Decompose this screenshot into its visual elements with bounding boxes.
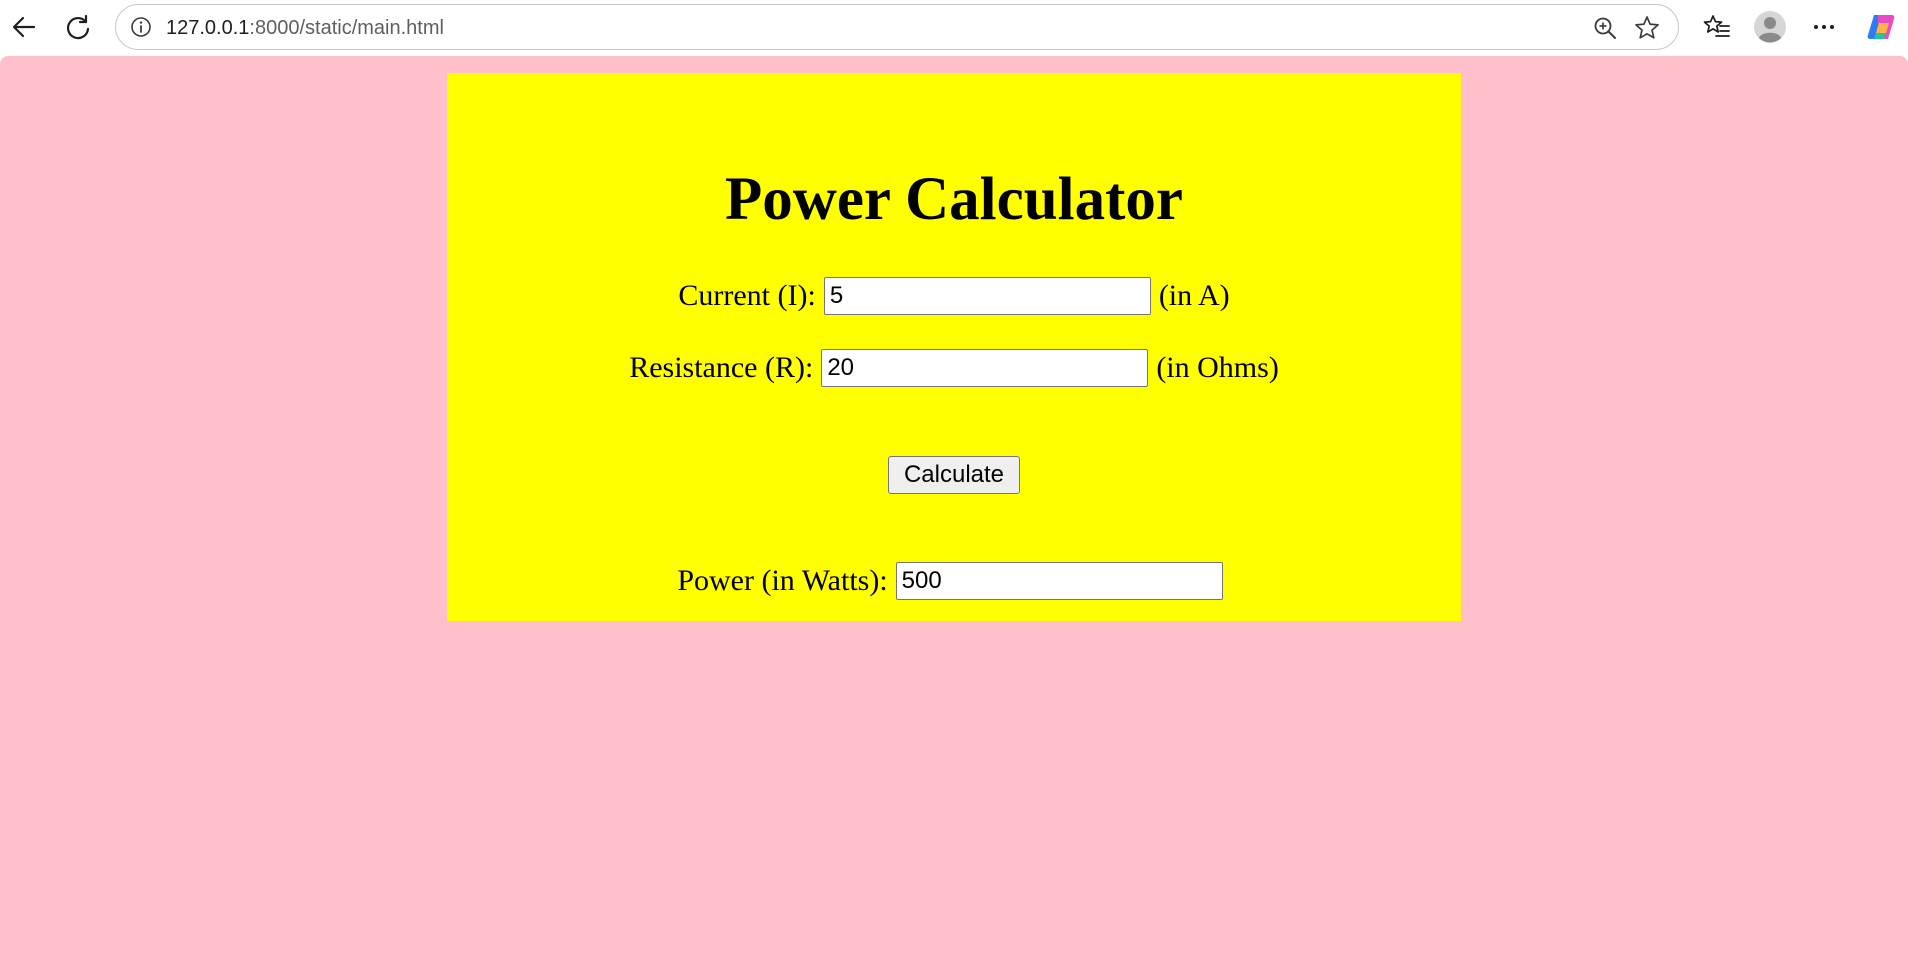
page-title: Power Calculator xyxy=(725,166,1183,233)
resistance-row: Resistance (R): (in Ohms) xyxy=(447,349,1461,387)
copilot-icon xyxy=(1867,15,1895,39)
zoom-icon[interactable] xyxy=(1589,12,1621,44)
resistance-input[interactable] xyxy=(821,349,1149,387)
site-info-icon[interactable] xyxy=(129,15,153,39)
current-input[interactable] xyxy=(823,277,1151,315)
resistance-label: Resistance (R): xyxy=(629,351,814,384)
ellipsis-icon xyxy=(1814,25,1834,29)
favorites-list-icon xyxy=(1703,15,1730,37)
power-label: Power (in Watts): xyxy=(677,564,888,597)
more-options-button[interactable] xyxy=(1805,8,1843,46)
url-host: 127.0.0.1 xyxy=(166,17,250,39)
profile-button[interactable] xyxy=(1751,8,1789,46)
reload-icon xyxy=(66,14,90,40)
current-row: Current (I): (in A) xyxy=(447,277,1461,315)
back-button[interactable] xyxy=(5,8,43,46)
resistance-unit: (in Ohms) xyxy=(1156,351,1279,384)
address-bar[interactable]: 127.0.0.1:8000/static/main.html xyxy=(115,4,1679,50)
favorite-star-icon[interactable] xyxy=(1631,12,1663,44)
page-viewport: Power Calculator Current (I): (in A) Res… xyxy=(0,56,1908,960)
copilot-button[interactable] xyxy=(1862,8,1900,46)
avatar-icon xyxy=(1754,11,1786,43)
power-row: Power (in Watts): xyxy=(447,562,1461,600)
calculate-button[interactable]: Calculate xyxy=(888,456,1020,494)
back-arrow-icon xyxy=(12,16,36,38)
power-output[interactable] xyxy=(895,562,1223,600)
browser-toolbar: 127.0.0.1:8000/static/main.html xyxy=(0,0,1908,55)
calculator-panel: Power Calculator Current (I): (in A) Res… xyxy=(447,73,1461,621)
url-text[interactable]: 127.0.0.1:8000/static/main.html xyxy=(166,17,444,39)
reload-button[interactable] xyxy=(59,8,97,46)
current-unit: (in A) xyxy=(1158,279,1230,312)
current-label: Current (I): xyxy=(678,279,816,312)
favorites-button[interactable] xyxy=(1698,8,1736,46)
url-path: :8000/static/main.html xyxy=(249,17,444,39)
